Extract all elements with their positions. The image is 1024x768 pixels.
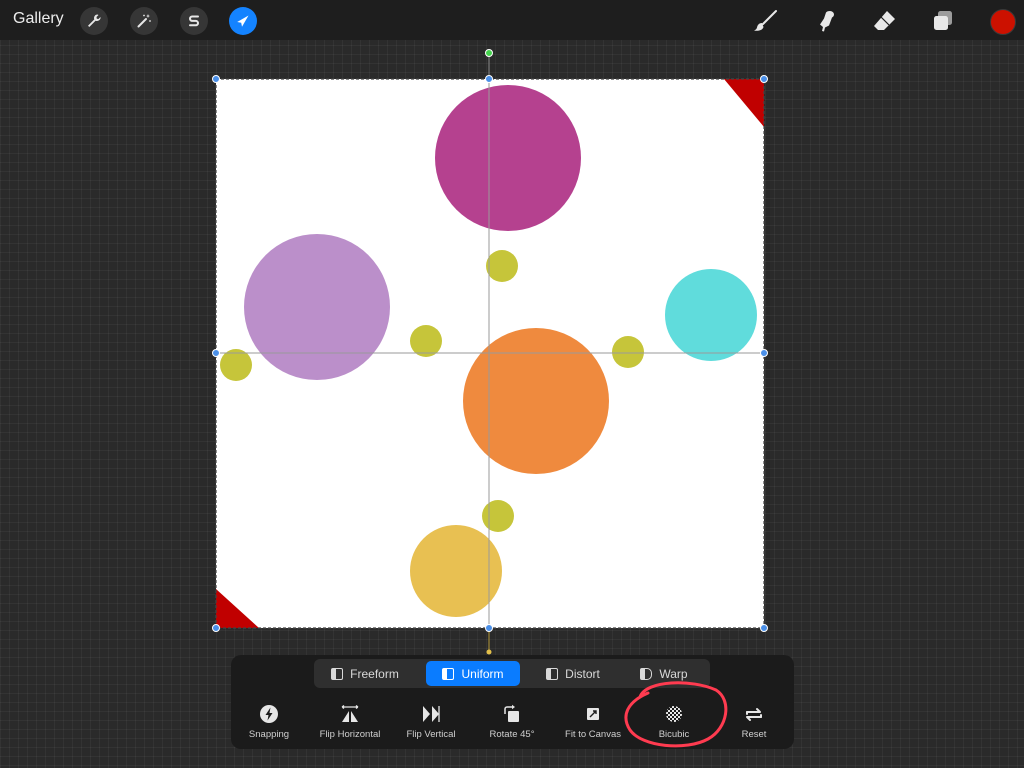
circle-yellow [410,525,502,617]
distort-icon [546,667,559,680]
eraser-icon [874,11,895,30]
flip-vertical-label: Flip Vertical [406,729,456,740]
adjustments-button[interactable] [130,7,158,35]
bicubic-label: Bicubic [658,729,690,740]
resize-handle-left[interactable] [212,349,220,357]
small-dot [410,325,442,357]
freeform-icon [331,667,344,680]
reset-arrows-icon [746,708,762,721]
resize-handle-bottom-right[interactable] [760,624,768,632]
mode-label: Freeform [350,666,399,681]
lightning-icon [260,705,278,723]
small-dot [486,250,518,282]
gallery-button[interactable]: Gallery [13,10,64,28]
fit-to-canvas-button[interactable]: Fit to Canvas [551,703,635,743]
warp-icon [640,667,653,680]
resize-handle-bottom-left[interactable] [212,624,220,632]
reset-button[interactable]: Reset [712,703,796,743]
resize-handle-top-left[interactable] [212,75,220,83]
smudge-icon [820,11,834,32]
circle-cyan [665,269,757,361]
color-picker-button[interactable] [990,9,1016,35]
small-dot [482,500,514,532]
resize-handle-right[interactable] [760,349,768,357]
resize-handle-bottom[interactable] [485,624,493,632]
flip-vertical-icon [423,706,440,722]
snapping-label: Snapping [248,729,290,740]
brush-icon [754,10,777,31]
mode-freeform[interactable]: Freeform [318,661,412,686]
flip-horizontal-icon [341,704,359,722]
selection-button[interactable] [180,7,208,35]
circle-orange [463,328,609,474]
mode-label: Distort [565,666,600,681]
transform-toolbar: Freeform Uniform Distort Warp Snapping F… [231,655,794,749]
selection-s-icon [189,15,199,27]
small-dot [612,336,644,368]
layers-button[interactable] [928,6,958,36]
mode-label: Warp [659,666,688,681]
checker-circle-icon [666,706,682,722]
wrench-icon [88,14,101,27]
eraser-button[interactable] [869,6,899,36]
smudge-button[interactable] [810,6,840,36]
mode-label: Uniform [461,666,504,681]
canvas-area[interactable] [0,0,1024,768]
reset-label: Reset [741,729,767,740]
flip-horizontal-label: Flip Horizontal [319,729,381,740]
arrow-cursor-icon [237,15,249,27]
flip-horizontal-button[interactable]: Flip Horizontal [308,703,392,743]
bicubic-button[interactable]: Bicubic [632,703,716,743]
actions-button[interactable] [80,7,108,35]
mode-warp[interactable]: Warp [620,661,708,686]
rotation-handle[interactable] [485,49,493,57]
circle-lavender [244,234,390,380]
brush-button[interactable] [751,6,781,36]
pivot-handle[interactable] [486,649,492,655]
snapping-button[interactable]: Snapping [227,703,311,743]
top-toolbar: Gallery [0,0,1024,40]
resize-handle-top-right[interactable] [760,75,768,83]
uniform-icon [442,667,455,680]
circle-magenta [435,85,581,231]
transform-button[interactable] [229,7,257,35]
layers-icon [934,11,952,30]
mode-distort[interactable]: Distort [526,661,620,686]
canvas-artwork[interactable] [0,0,1024,768]
small-dot [220,349,252,381]
mode-uniform[interactable]: Uniform [426,661,520,686]
rotate-icon [504,704,519,722]
magic-wand-icon [137,14,151,28]
rotate-45-button[interactable]: Rotate 45° [470,703,554,743]
resize-handle-top[interactable] [485,75,493,83]
fit-canvas-icon [587,708,599,720]
fit-to-canvas-label: Fit to Canvas [565,729,621,740]
transform-mode-selector: Freeform Uniform Distort Warp [314,659,710,688]
flip-vertical-button[interactable]: Flip Vertical [389,703,473,743]
rotate-45-label: Rotate 45° [489,729,535,740]
